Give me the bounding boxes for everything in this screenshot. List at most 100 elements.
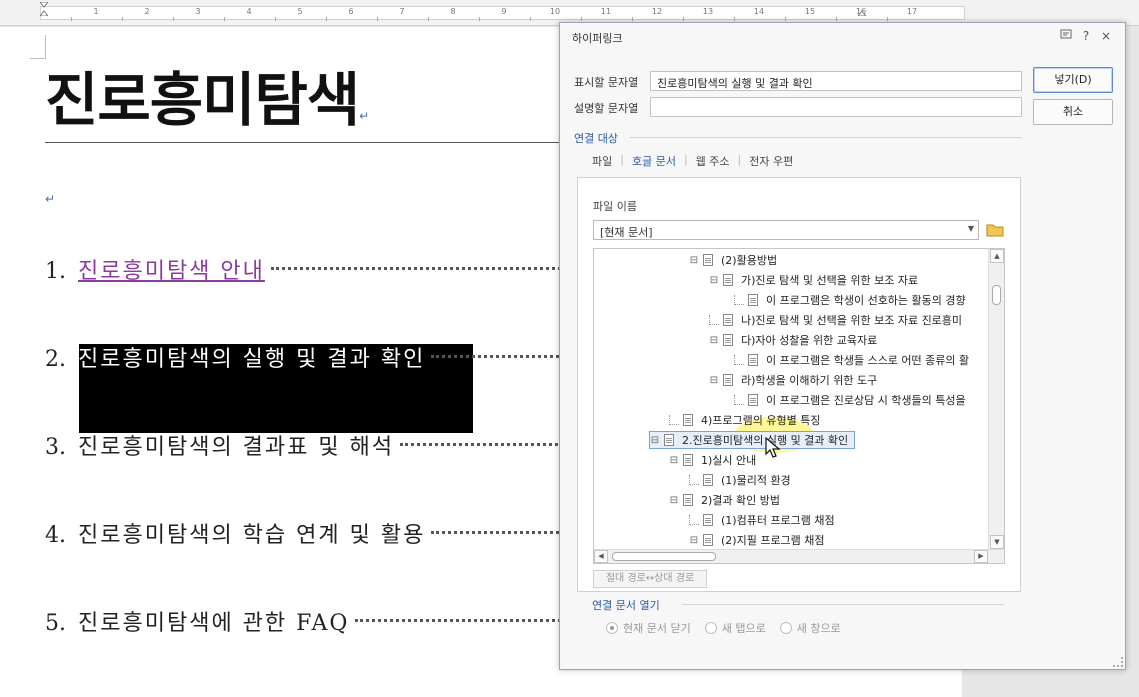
- file-name-select[interactable]: [현재 문서] ▼: [593, 220, 979, 240]
- collapse-icon[interactable]: ⊟: [669, 495, 679, 506]
- document-title[interactable]: 진로흥미탐색↵: [45, 53, 369, 137]
- ruler-tick: [886, 17, 888, 21]
- tree-item-label: 4)프로그램의 유형별 특징: [701, 414, 821, 427]
- open-document-section-title: 연결 문서 열기: [592, 599, 660, 612]
- tree-item-label: (2)지필 프로그램 채점: [721, 534, 825, 547]
- radio-new-window[interactable]: 새 창으로: [779, 620, 841, 636]
- tree-item[interactable]: 4)프로그램의 유형별 특징: [669, 411, 820, 429]
- tree-connector: [734, 355, 744, 365]
- toc-text[interactable]: 진로흥미탐색에 관한 FAQ: [78, 605, 349, 637]
- description-label: 설명할 문자열: [574, 102, 639, 115]
- tab-web-address[interactable]: 웹 주소: [688, 153, 738, 173]
- tree-item-label: 가)진로 탐색 및 선택을 위한 보조 자료: [741, 274, 919, 287]
- hyperlink-dialog[interactable]: 하이퍼링크 ? × 표시할 문자열 진로흥미탐색의 실행 및 결과 확인 설명할…: [559, 22, 1126, 670]
- tree-item[interactable]: 이 프로그램은 진로상담 시 학생들의 특성을: [734, 391, 966, 409]
- path-toggle-button[interactable]: 절대 경로↔상대 경로: [593, 570, 707, 588]
- file-name-select-value: [현재 문서]: [600, 226, 653, 239]
- open-folder-button[interactable]: [984, 220, 1006, 240]
- left-indent-marker-icon[interactable]: [40, 2, 48, 16]
- dialog-titlebar[interactable]: 하이퍼링크 ? ×: [560, 23, 1125, 49]
- collapse-icon[interactable]: ⊟: [669, 455, 679, 466]
- display-text-input[interactable]: 진로흥미탐색의 실행 및 결과 확인: [650, 71, 1022, 91]
- tree-item[interactable]: 이 프로그램은 학생들 스스로 어떤 종류의 활: [734, 351, 969, 369]
- toc-item-1[interactable]: 1. 진로흥미탐색 안내: [45, 253, 591, 285]
- tree-item[interactable]: ⊟ 라)학생을 이해하기 위한 도구: [709, 371, 877, 389]
- tree-item[interactable]: 이 프로그램은 학생이 선호하는 활동의 경향: [734, 291, 966, 309]
- tab-hangul-document[interactable]: 호글 문서: [623, 153, 684, 179]
- scroll-right-icon[interactable]: ▶: [974, 550, 988, 563]
- radio-new-tab[interactable]: 새 탭으로: [704, 620, 766, 636]
- tree-item[interactable]: (1)컴퓨터 프로그램 채점: [689, 511, 835, 529]
- right-indent-marker-icon[interactable]: [858, 2, 866, 16]
- document-icon: [703, 474, 713, 486]
- mouse-pointer-icon: [765, 437, 781, 458]
- tree-item[interactable]: ⊟ 2.진로흥미탐색의 실행 및 결과 확인: [649, 431, 856, 449]
- toc-selected-text[interactable]: 진로흥미탐색의 실행 및 결과 확인: [78, 341, 425, 373]
- document-icon: [748, 394, 758, 406]
- toc-text[interactable]: 진로흥미탐색의 학습 연계 및 활용: [78, 517, 425, 549]
- cancel-button[interactable]: 취소: [1033, 99, 1113, 125]
- scroll-thumb[interactable]: [612, 552, 716, 561]
- ruler-number: 17: [906, 7, 918, 16]
- ruler-number: 11: [600, 7, 612, 16]
- collapse-icon[interactable]: ⊟: [709, 275, 719, 286]
- tree-item-label: 2)결과 확인 방법: [701, 494, 781, 507]
- paragraph-mark-icon: ↵: [359, 109, 369, 123]
- tab-email[interactable]: 전자 우편: [741, 153, 801, 173]
- ruler-tick: [172, 17, 174, 21]
- document-icon: [683, 414, 693, 426]
- tree-item[interactable]: ⊟ 1)실시 안내: [669, 451, 756, 469]
- help-icon[interactable]: ?: [1078, 28, 1094, 44]
- tab-file[interactable]: 파일: [584, 153, 620, 173]
- ruler-tick: [70, 17, 72, 21]
- ruler-number: 9: [501, 7, 507, 16]
- ruler-track: 1234567891011121314151617: [40, 6, 965, 21]
- toc-number: 4.: [45, 523, 66, 548]
- description-input[interactable]: [650, 97, 1022, 117]
- ruler-tick: [223, 17, 225, 21]
- document-outline-tree[interactable]: ⊟ (2)활용방법 ⊟ 가)진로 탐색 및 선택을 위한 보조 자료 이 프로그램은 학…: [593, 248, 1005, 564]
- collapse-icon[interactable]: ⊟: [689, 255, 699, 266]
- tree-item[interactable]: ⊟ (2)지필 프로그램 채점: [689, 531, 825, 549]
- document-icon: [683, 494, 693, 506]
- scroll-up-icon[interactable]: ▲: [990, 249, 1004, 263]
- scroll-thumb[interactable]: [992, 285, 1001, 305]
- radio-close-current[interactable]: 현재 문서 닫기: [606, 620, 691, 636]
- collapse-icon[interactable]: ⊟: [709, 375, 719, 386]
- dialog-options-icon[interactable]: [1058, 28, 1074, 44]
- radio-button-icon: [704, 622, 717, 634]
- tree-item-label: 이 프로그램은 학생들 스스로 어떤 종류의 활: [766, 354, 970, 367]
- title-underline: [45, 142, 565, 143]
- resize-grip-icon[interactable]: [1113, 657, 1123, 667]
- toc-hyperlink[interactable]: 진로흥미탐색 안내: [78, 253, 265, 285]
- link-target-panel: 파일 이름 [현재 문서] ▼ ⊟ (2)활용방법 ⊟ 가)진로 탐색 및 선택을 위…: [577, 177, 1021, 592]
- scroll-down-icon[interactable]: ▼: [990, 535, 1004, 549]
- tree-connector: [689, 475, 699, 485]
- tree-item[interactable]: ⊟ (2)활용방법: [689, 251, 777, 269]
- tree-item[interactable]: (1)물리적 환경: [689, 471, 791, 489]
- insert-button[interactable]: 넣기(D): [1033, 67, 1113, 93]
- document-icon: [703, 514, 713, 526]
- collapse-icon[interactable]: ⊟: [689, 535, 699, 546]
- tree-vertical-scrollbar[interactable]: ▲ ▼: [988, 249, 1004, 563]
- ruler-tick: [529, 17, 531, 21]
- collapse-icon[interactable]: ⊟: [709, 335, 719, 346]
- tree-item[interactable]: 나)진로 탐색 및 선택을 위한 보조 자료 진로흥미: [709, 311, 962, 329]
- document-icon: [723, 314, 733, 326]
- toc-text[interactable]: 진로흥미탐색의 결과표 및 해석: [78, 429, 394, 461]
- tree-item-label: 나)진로 탐색 및 선택을 위한 보조 자료 진로흥미: [741, 314, 963, 327]
- document-icon: [723, 334, 733, 346]
- tree-item[interactable]: ⊟ 가)진로 탐색 및 선택을 위한 보조 자료: [709, 271, 918, 289]
- toc-number: 2.: [45, 347, 66, 372]
- collapse-icon[interactable]: ⊟: [650, 435, 660, 446]
- ruler-tick: [784, 17, 786, 21]
- tree-item[interactable]: ⊟ 다)자아 성찰을 위한 교육자료: [709, 331, 877, 349]
- ruler-tick: [631, 17, 633, 21]
- tree-item[interactable]: ⊟ 2)결과 확인 방법: [669, 491, 780, 509]
- scroll-left-icon[interactable]: ◀: [594, 550, 608, 563]
- tree-item-label: 이 프로그램은 학생이 선호하는 활동의 경향: [766, 294, 966, 307]
- tree-horizontal-scrollbar[interactable]: ◀ ▶: [594, 549, 1004, 563]
- ruler-number: 6: [348, 7, 354, 16]
- close-icon[interactable]: ×: [1098, 28, 1114, 44]
- ruler-tick: [682, 17, 684, 21]
